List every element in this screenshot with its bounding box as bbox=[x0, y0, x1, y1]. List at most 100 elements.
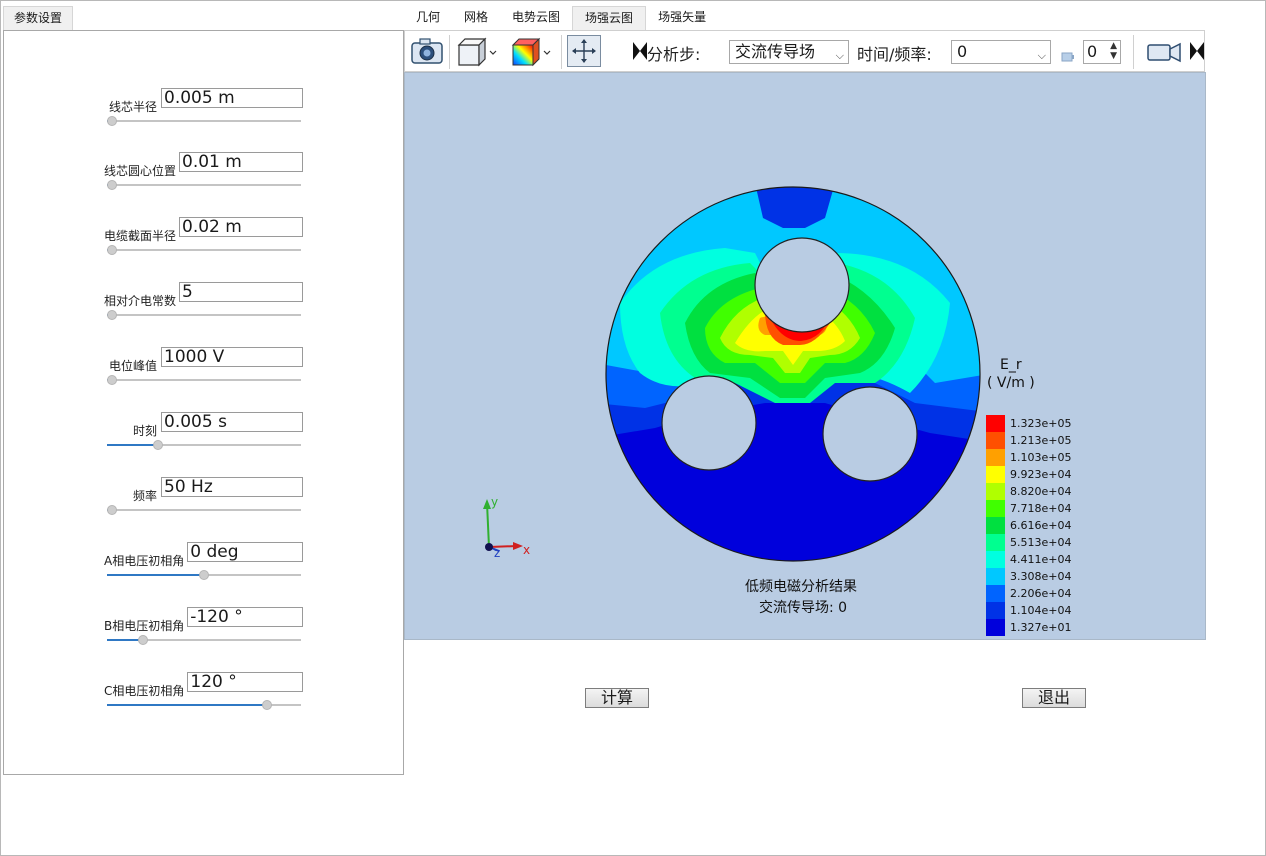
toolbar-separator bbox=[561, 35, 562, 69]
analysis-step-value: 交流传导场 bbox=[735, 42, 816, 61]
param-value-input[interactable]: 0 deg bbox=[187, 542, 303, 562]
param-slider[interactable] bbox=[107, 309, 301, 321]
param-slider[interactable] bbox=[107, 634, 301, 646]
param-slider[interactable] bbox=[107, 439, 301, 451]
legend-value: 1.213e+05 bbox=[1010, 434, 1072, 447]
legend-swatch bbox=[986, 551, 1005, 568]
slider-handle[interactable] bbox=[107, 245, 117, 255]
param-row: 线芯圆心位置 0.01 m bbox=[4, 152, 404, 202]
movie-icon[interactable] bbox=[1145, 37, 1183, 67]
param-row: 时刻 0.005 s bbox=[4, 412, 404, 462]
param-value-input[interactable]: 0.005 m bbox=[161, 88, 303, 108]
slider-handle[interactable] bbox=[107, 180, 117, 190]
parameter-panel: 线芯半径 0.005 m 线芯圆心位置 0.01 m 电缆截面半径 0.02 m 相对介电常… bbox=[3, 30, 404, 775]
param-value-input[interactable]: 0.005 s bbox=[161, 412, 303, 432]
view-toolbar: 分析步: 交流传导场 ⌵ 时间/频率: 0 ⌵ 0 ▲ ▼ bbox=[404, 30, 1205, 72]
legend-swatch bbox=[986, 415, 1005, 432]
legend-swatch bbox=[986, 517, 1005, 534]
exit-button[interactable]: 退出 bbox=[1022, 688, 1086, 708]
param-slider[interactable] bbox=[107, 699, 301, 711]
param-value-input[interactable]: 50 Hz bbox=[161, 477, 303, 497]
slider-handle[interactable] bbox=[199, 570, 209, 580]
legend-swatch bbox=[986, 585, 1005, 602]
camera-icon[interactable] bbox=[409, 35, 445, 67]
param-value-input[interactable]: 120 ° bbox=[187, 672, 303, 692]
param-slider[interactable] bbox=[107, 244, 301, 256]
slider-track bbox=[107, 314, 301, 316]
compute-button[interactable]: 计算 bbox=[585, 688, 649, 708]
param-slider[interactable] bbox=[107, 374, 301, 386]
legend-value: 4.411e+04 bbox=[1010, 553, 1072, 566]
param-value-input[interactable]: 5 bbox=[179, 282, 303, 302]
slider-fill bbox=[107, 444, 158, 446]
legend-value: 5.513e+04 bbox=[1010, 536, 1072, 549]
legend-value: 1.103e+05 bbox=[1010, 451, 1072, 464]
slider-track bbox=[107, 184, 301, 186]
tab-2[interactable]: 网格 bbox=[452, 6, 500, 30]
param-label: 电位峰值 bbox=[108, 359, 157, 373]
slider-handle[interactable] bbox=[107, 116, 117, 126]
play-icon[interactable] bbox=[1190, 42, 1204, 60]
frame-value: 0 bbox=[1087, 42, 1098, 61]
param-row: B相电压初相角 -120 ° bbox=[4, 607, 404, 657]
slider-track bbox=[107, 379, 301, 381]
tab-1[interactable]: 几何 bbox=[404, 6, 452, 30]
contour-icon[interactable] bbox=[509, 35, 555, 67]
legend-value: 8.820e+04 bbox=[1010, 485, 1072, 498]
slider-handle[interactable] bbox=[262, 700, 272, 710]
slider-track bbox=[107, 120, 301, 122]
param-label: B相电压初相角 bbox=[104, 619, 185, 633]
legend-value: 1.327e+01 bbox=[1010, 621, 1072, 634]
legend-value: 6.616e+04 bbox=[1010, 519, 1072, 532]
analysis-step-select[interactable]: 交流传导场 ⌵ bbox=[729, 40, 849, 64]
axis-label-y: y bbox=[491, 495, 499, 509]
param-slider[interactable] bbox=[107, 504, 301, 516]
analysis-step-label: 分析步: bbox=[647, 45, 701, 64]
tab-4[interactable]: 场强云图 bbox=[572, 6, 647, 30]
axis-label-z: z bbox=[494, 546, 501, 560]
param-label: 频率 bbox=[132, 489, 157, 503]
toolbar-separator bbox=[449, 35, 450, 69]
param-value-input[interactable]: -120 ° bbox=[187, 607, 303, 627]
legend-unit: ( V/m ) bbox=[987, 375, 1035, 391]
slider-handle[interactable] bbox=[107, 310, 117, 320]
param-value-input[interactable]: 0.01 m bbox=[179, 152, 303, 172]
play-icon[interactable] bbox=[633, 42, 647, 60]
spin-arrows-icon[interactable]: ▲ ▼ bbox=[1110, 41, 1117, 61]
param-value-input[interactable]: 1000 V bbox=[161, 347, 303, 367]
param-label: 线芯圆心位置 bbox=[104, 164, 177, 178]
param-slider[interactable] bbox=[107, 115, 301, 127]
tab-5[interactable]: 场强矢量 bbox=[646, 6, 718, 30]
param-row: C相电压初相角 120 ° bbox=[4, 672, 404, 722]
param-label: 电缆截面半径 bbox=[104, 229, 177, 243]
legend-swatch bbox=[986, 619, 1005, 636]
param-slider[interactable] bbox=[107, 569, 301, 581]
field-plot-viewport[interactable]: y x z E_r ( V/m ) 低频电磁分析结果 交流传导场: 0 1.32… bbox=[404, 72, 1206, 640]
fit-view-icon[interactable] bbox=[567, 35, 601, 67]
toolbar-separator bbox=[1133, 35, 1134, 69]
cube-view-icon[interactable] bbox=[455, 35, 501, 67]
slider-handle[interactable] bbox=[153, 440, 163, 450]
param-slider[interactable] bbox=[107, 179, 301, 191]
tab-3[interactable]: 电势云图 bbox=[500, 6, 572, 30]
param-row: 电缆截面半径 0.02 m bbox=[4, 217, 404, 267]
param-row: 频率 50 Hz bbox=[4, 477, 404, 527]
frame-spinbox[interactable]: 0 ▲ ▼ bbox=[1083, 40, 1121, 64]
slider-fill bbox=[107, 574, 204, 576]
chevron-down-icon: ⌵ bbox=[835, 49, 844, 62]
legend-swatch bbox=[986, 534, 1005, 551]
param-row: 电位峰值 1000 V bbox=[4, 347, 404, 397]
contour-map bbox=[606, 187, 980, 561]
legend-swatch bbox=[986, 449, 1005, 466]
time-frequency-select[interactable]: 0 ⌵ bbox=[951, 40, 1051, 64]
param-row: 相对介电常数 5 bbox=[4, 282, 404, 332]
param-value-input[interactable]: 0.02 m bbox=[179, 217, 303, 237]
param-label: A相电压初相角 bbox=[104, 554, 185, 568]
legend-value: 7.718e+04 bbox=[1010, 502, 1072, 515]
tab-parameter-settings[interactable]: 参数设置 bbox=[3, 6, 73, 30]
slider-handle[interactable] bbox=[138, 635, 148, 645]
plot-caption-step: 交流传导场: 0 bbox=[759, 600, 848, 616]
legend-swatch bbox=[986, 466, 1005, 483]
slider-handle[interactable] bbox=[107, 505, 117, 515]
slider-handle[interactable] bbox=[107, 375, 117, 385]
